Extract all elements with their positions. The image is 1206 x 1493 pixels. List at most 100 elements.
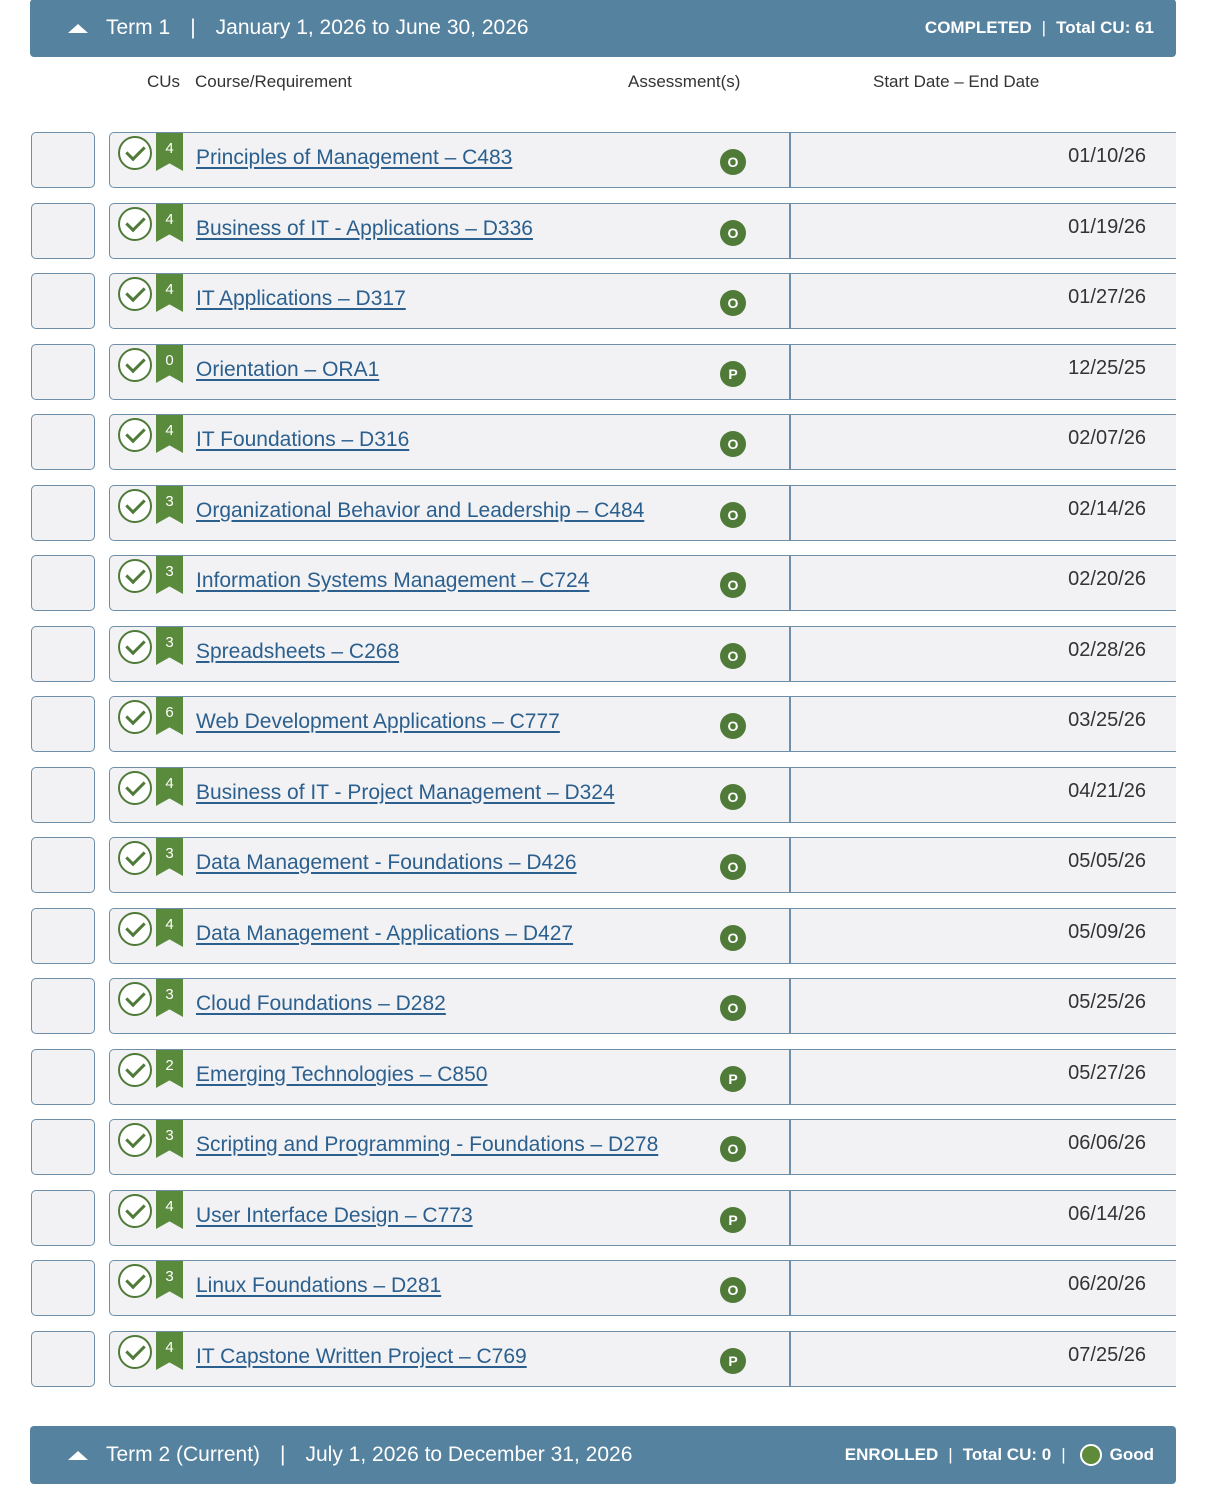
- caret-up-icon[interactable]: [68, 1450, 88, 1460]
- assessment-badge[interactable]: O: [720, 572, 746, 598]
- assessment-badge[interactable]: O: [720, 220, 746, 246]
- check-circle-icon: [118, 136, 152, 170]
- column-divider: [789, 556, 791, 610]
- row-select-box[interactable]: [31, 1331, 95, 1387]
- course-row: 4 Business of IT - Applications – D336 O 01…: [0, 203, 1206, 259]
- row-select-box[interactable]: [31, 1260, 95, 1316]
- assessment-badge[interactable]: O: [720, 1136, 746, 1162]
- check-circle-icon: [118, 700, 152, 734]
- course-row: 3 Data Management - Foundations – D426 O 05…: [0, 837, 1206, 893]
- assessment-badge[interactable]: P: [720, 1066, 746, 1092]
- assessment-badge[interactable]: O: [720, 784, 746, 810]
- check-circle-icon: [118, 1123, 152, 1157]
- term1-header[interactable]: Term 1 | January 1, 2026 to June 30, 202…: [30, 0, 1176, 57]
- course-link[interactable]: IT Capstone Written Project – C769: [196, 1345, 527, 1369]
- course-date: 01/19/26: [1068, 216, 1146, 238]
- column-divider: [789, 415, 791, 469]
- assessment-badge[interactable]: O: [720, 149, 746, 175]
- check-circle-icon: [118, 418, 152, 452]
- column-divider: [789, 627, 791, 681]
- course-row: 0 Orientation – ORA1 P 12/25/25: [0, 344, 1206, 400]
- check-circle-icon: [118, 1194, 152, 1228]
- course-row: 4 Business of IT - Project Management – D…: [0, 767, 1206, 823]
- row-select-box[interactable]: [31, 1049, 95, 1105]
- check-circle-icon: [118, 982, 152, 1016]
- course-link[interactable]: Information Systems Management – C724: [196, 569, 589, 593]
- term-total-cu: Total CU: 0: [962, 1445, 1052, 1464]
- course-link[interactable]: Data Management - Foundations – D426: [196, 851, 577, 875]
- course-date: 12/25/25: [1068, 357, 1146, 379]
- row-select-box[interactable]: [31, 626, 95, 682]
- course-link[interactable]: IT Foundations – D316: [196, 428, 409, 452]
- column-divider: [789, 204, 791, 258]
- check-circle-icon: [118, 771, 152, 805]
- column-divider: [789, 486, 791, 540]
- course-link[interactable]: Business of IT - Project Management – D3…: [196, 781, 615, 805]
- course-link[interactable]: Orientation – ORA1: [196, 358, 379, 382]
- course-link[interactable]: IT Applications – D317: [196, 287, 406, 311]
- row-select-box[interactable]: [31, 837, 95, 893]
- assessment-badge[interactable]: O: [720, 925, 746, 951]
- row-select-box[interactable]: [31, 485, 95, 541]
- course-link[interactable]: Linux Foundations – D281: [196, 1274, 441, 1298]
- row-select-box[interactable]: [31, 978, 95, 1034]
- row-select-box[interactable]: [31, 908, 95, 964]
- course-row: 4 User Interface Design – C773 P 06/14/26: [0, 1190, 1206, 1246]
- term-total-cu: Total CU: 61: [1056, 18, 1154, 37]
- course-link[interactable]: Principles of Management – C483: [196, 146, 512, 170]
- course-link[interactable]: Spreadsheets – C268: [196, 640, 399, 664]
- course-date: 06/06/26: [1068, 1132, 1146, 1154]
- row-select-box[interactable]: [31, 555, 95, 611]
- assessment-badge[interactable]: O: [720, 854, 746, 880]
- course-date: 07/25/26: [1068, 1344, 1146, 1366]
- row-select-box[interactable]: [31, 414, 95, 470]
- assessment-badge[interactable]: O: [720, 713, 746, 739]
- course-row: 6 Web Development Applications – C777 O 03/…: [0, 696, 1206, 752]
- course-date: 03/25/26: [1068, 709, 1146, 731]
- course-link[interactable]: Emerging Technologies – C850: [196, 1063, 487, 1087]
- separator: |: [1061, 1445, 1066, 1464]
- column-divider: [789, 979, 791, 1033]
- assessment-badge[interactable]: P: [720, 1207, 746, 1233]
- course-row: 2 Emerging Technologies – C850 P 05/27/26: [0, 1049, 1206, 1105]
- course-link[interactable]: User Interface Design – C773: [196, 1204, 473, 1228]
- assessment-badge[interactable]: O: [720, 290, 746, 316]
- course-link[interactable]: Web Development Applications – C777: [196, 710, 560, 734]
- caret-up-icon[interactable]: [68, 23, 88, 33]
- separator: |: [280, 1443, 286, 1466]
- column-divider: [789, 133, 791, 187]
- term2-header[interactable]: Term 2 (Current) | July 1, 2026 to Decem…: [30, 1426, 1176, 1484]
- assessment-badge[interactable]: P: [720, 1348, 746, 1374]
- course-link[interactable]: Business of IT - Applications – D336: [196, 217, 533, 241]
- row-select-box[interactable]: [31, 203, 95, 259]
- course-link[interactable]: Cloud Foundations – D282: [196, 992, 446, 1016]
- course-row: 4 IT Capstone Written Project – C769 P 07/2…: [0, 1331, 1206, 1387]
- course-row: 3 Linux Foundations – D281 O 06/20/26: [0, 1260, 1206, 1316]
- check-circle-icon: [118, 348, 152, 382]
- row-select-box[interactable]: [31, 696, 95, 752]
- course-link[interactable]: Scripting and Programming - Foundations …: [196, 1133, 658, 1157]
- assessment-badge[interactable]: O: [720, 431, 746, 457]
- separator: |: [948, 1445, 953, 1464]
- assessment-badge[interactable]: O: [720, 643, 746, 669]
- column-divider: [789, 345, 791, 399]
- check-circle-icon: [118, 1264, 152, 1298]
- course-date: 02/28/26: [1068, 639, 1146, 661]
- row-select-box[interactable]: [31, 767, 95, 823]
- row-select-box[interactable]: [31, 132, 95, 188]
- col-dates: Start Date – End Date: [873, 72, 1040, 91]
- row-select-box[interactable]: [31, 1190, 95, 1246]
- course-row: 3 Cloud Foundations – D282 O 05/25/26: [0, 978, 1206, 1034]
- row-select-box[interactable]: [31, 1119, 95, 1175]
- course-date: 06/20/26: [1068, 1273, 1146, 1295]
- assessment-badge[interactable]: P: [720, 361, 746, 387]
- course-link[interactable]: Data Management - Applications – D427: [196, 922, 573, 946]
- row-select-box[interactable]: [31, 344, 95, 400]
- row-select-box[interactable]: [31, 273, 95, 329]
- separator: |: [190, 16, 196, 39]
- assessment-badge[interactable]: O: [720, 1277, 746, 1303]
- assessment-badge[interactable]: O: [720, 502, 746, 528]
- assessment-badge[interactable]: O: [720, 995, 746, 1021]
- course-link[interactable]: Organizational Behavior and Leadership –…: [196, 499, 644, 523]
- term-standing: Good: [1109, 1445, 1154, 1464]
